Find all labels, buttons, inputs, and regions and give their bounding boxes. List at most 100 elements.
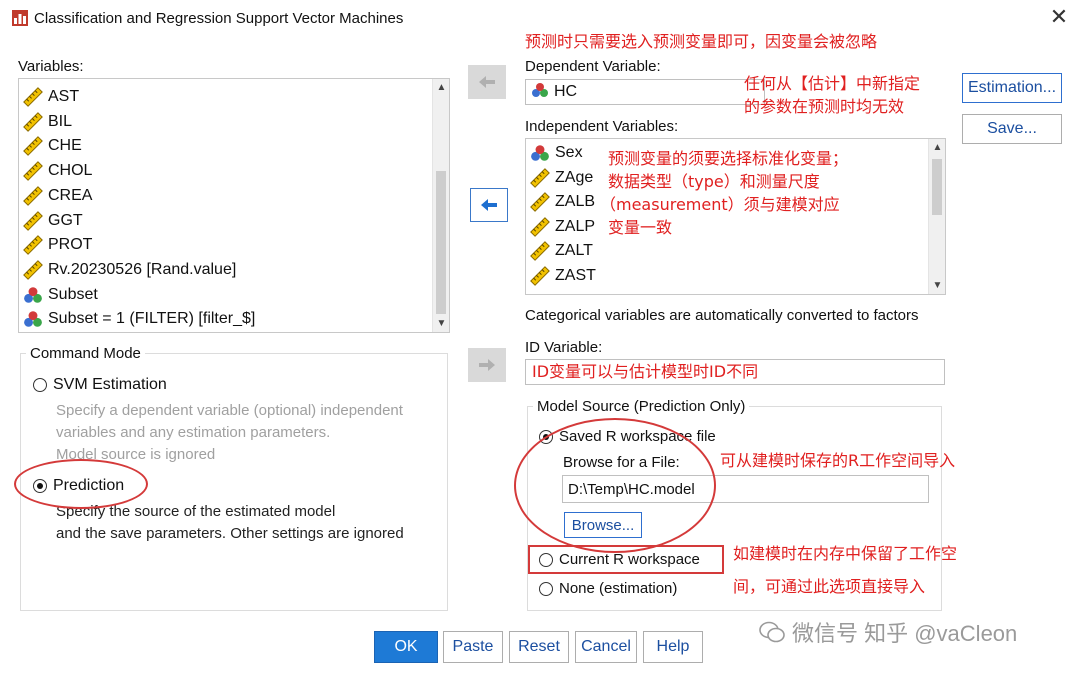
svm-estimation-description: Specify a dependent variable (optional) …	[56, 400, 403, 466]
spss-app-icon	[12, 10, 28, 26]
window-title: Classification and Regression Support Ve…	[34, 10, 404, 27]
list-item[interactable]: CHOL	[23, 159, 92, 183]
id-variable-label: ID Variable:	[525, 339, 603, 356]
list-item-label: Subset = 1 (FILTER) [filter_$]	[48, 310, 256, 328]
dependent-variable-field[interactable]: HC	[525, 79, 765, 105]
arrow-left-icon	[479, 76, 495, 88]
scroll-up-icon[interactable]: ▲	[433, 79, 450, 96]
annotation-top: 预测时只需要选入预测变量即可，因变量会被忽略	[525, 32, 878, 51]
annotation-file: 可从建模时保存的R工作空间导入	[720, 451, 956, 470]
list-item[interactable]: Subset	[23, 283, 98, 307]
scroll-thumb[interactable]	[436, 171, 446, 314]
ruler-icon	[530, 216, 555, 237]
list-item-label: CREA	[48, 186, 93, 204]
list-item-label: ZAST	[555, 267, 596, 284]
ruler-icon	[23, 185, 48, 206]
move-dependent-button[interactable]	[468, 65, 506, 99]
list-item-label: CHE	[48, 137, 82, 155]
arrow-left-icon	[481, 199, 497, 211]
list-item[interactable]: Rv.20230526 [Rand.value]	[23, 258, 236, 282]
list-item[interactable]: ZAge	[530, 166, 593, 190]
description-line: and the save parameters. Other settings …	[56, 525, 404, 542]
watermark: 微信号 知乎 @vaCleon	[758, 616, 1017, 648]
annotation-independent-2: 数据类型（type）和测量尺度	[608, 172, 820, 191]
estimation-button[interactable]: Estimation...	[962, 73, 1062, 103]
nominal-balls-icon	[530, 144, 555, 162]
list-item[interactable]: CREA	[23, 184, 92, 208]
independent-variables-label: Independent Variables:	[525, 118, 679, 135]
list-item[interactable]: ZALB	[530, 190, 595, 214]
dependent-variable-value: HC	[554, 83, 578, 100]
ruler-icon	[530, 167, 555, 188]
list-item[interactable]: Sex	[530, 141, 583, 165]
list-item[interactable]: ZALT	[530, 239, 593, 263]
list-item-label: Sex	[555, 144, 583, 161]
scroll-down-icon[interactable]: ▼	[433, 315, 450, 332]
list-item-label: Subset	[48, 285, 98, 303]
reset-button[interactable]: Reset	[509, 631, 569, 663]
scroll-up-icon[interactable]: ▲	[929, 139, 946, 156]
arrow-right-icon	[479, 359, 495, 371]
ruler-icon	[23, 87, 48, 107]
list-item[interactable]: AST	[23, 85, 79, 109]
move-id-button[interactable]	[468, 348, 506, 382]
none-estimation-radio[interactable]: None (estimation)	[539, 580, 677, 597]
dependent-variable-label: Dependent Variable:	[525, 58, 661, 75]
ruler-icon	[530, 266, 555, 286]
cancel-button[interactable]: Cancel	[575, 631, 637, 663]
nominal-balls-icon	[23, 310, 48, 328]
variables-label: Variables:	[18, 58, 84, 75]
none-estimation-label: None (estimation)	[559, 580, 678, 597]
list-item-label: CHOL	[48, 162, 93, 180]
ok-button[interactable]: OK	[374, 631, 438, 663]
ruler-icon	[23, 136, 48, 157]
categorical-note: Categorical variables are automatically …	[525, 307, 919, 324]
annotation-current-1: 如建模时在内存中保留了工作空	[733, 544, 958, 563]
list-item[interactable]: Subset = 1 (FILTER) [filter_$]	[23, 307, 255, 331]
list-item-label: ZALT	[555, 242, 593, 260]
description-line: variables and any estimation parameters.	[56, 424, 331, 441]
list-item-label: ZALP	[555, 217, 596, 235]
annotation-id: ID变量可以与估计模型时ID不同	[532, 362, 759, 381]
ruler-icon	[23, 111, 48, 132]
close-icon[interactable]: ✕	[1046, 4, 1072, 30]
move-independent-button[interactable]	[470, 188, 508, 222]
radio-button[interactable]	[539, 581, 553, 596]
annotation-estimation-2: 的参数在预测时均无效	[744, 97, 905, 116]
paste-button[interactable]: Paste	[443, 631, 503, 663]
help-button[interactable]: Help	[643, 631, 703, 663]
model-source-title: Model Source (Prediction Only)	[533, 398, 750, 415]
list-item[interactable]: ZALP	[530, 215, 595, 239]
ruler-icon	[23, 235, 48, 256]
scroll-thumb[interactable]	[932, 159, 942, 215]
ruler-icon	[23, 161, 48, 181]
prediction-description: Specify the source of the estimated mode…	[56, 501, 404, 545]
annotation-estimation-1: 任何从【估计】中新指定	[744, 74, 921, 93]
list-item[interactable]: ZAST	[530, 264, 596, 288]
list-item-label: BIL	[48, 112, 73, 130]
ruler-icon	[530, 241, 555, 262]
list-item[interactable]: PROT	[23, 233, 92, 257]
ruler-icon	[23, 259, 48, 280]
radio-button[interactable]	[33, 378, 47, 392]
annotation-independent-3: （measurement）须与建模对应	[600, 195, 840, 214]
watermark-text: 微信号 知乎 @vaCleon	[792, 621, 1018, 646]
command-mode-title: Command Mode	[26, 345, 145, 362]
independent-scrollbar[interactable]: ▲ ▼	[928, 139, 945, 294]
svm-estimation-label: SVM Estimation	[53, 376, 167, 393]
variables-scrollbar[interactable]: ▲ ▼	[432, 79, 449, 332]
highlight-ellipse	[514, 418, 716, 553]
save-button[interactable]: Save...	[962, 114, 1062, 144]
highlight-box	[528, 545, 724, 574]
list-item[interactable]: CHE	[23, 134, 82, 158]
list-item[interactable]: GGT	[23, 209, 83, 233]
ruler-icon	[530, 192, 555, 213]
nominal-balls-icon	[23, 286, 48, 304]
ruler-icon	[23, 210, 48, 231]
annotation-current-2: 间，可通过此选项直接导入	[733, 577, 926, 596]
variables-listbox[interactable]: AST BIL CHE CHOL CREA GGT PROT Rv.20230526 [Ran…	[18, 78, 450, 333]
svm-estimation-radio[interactable]: SVM Estimation	[33, 376, 167, 394]
scroll-down-icon[interactable]: ▼	[929, 277, 946, 294]
list-item-label: ZAge	[555, 168, 594, 186]
list-item[interactable]: BIL	[23, 110, 72, 134]
